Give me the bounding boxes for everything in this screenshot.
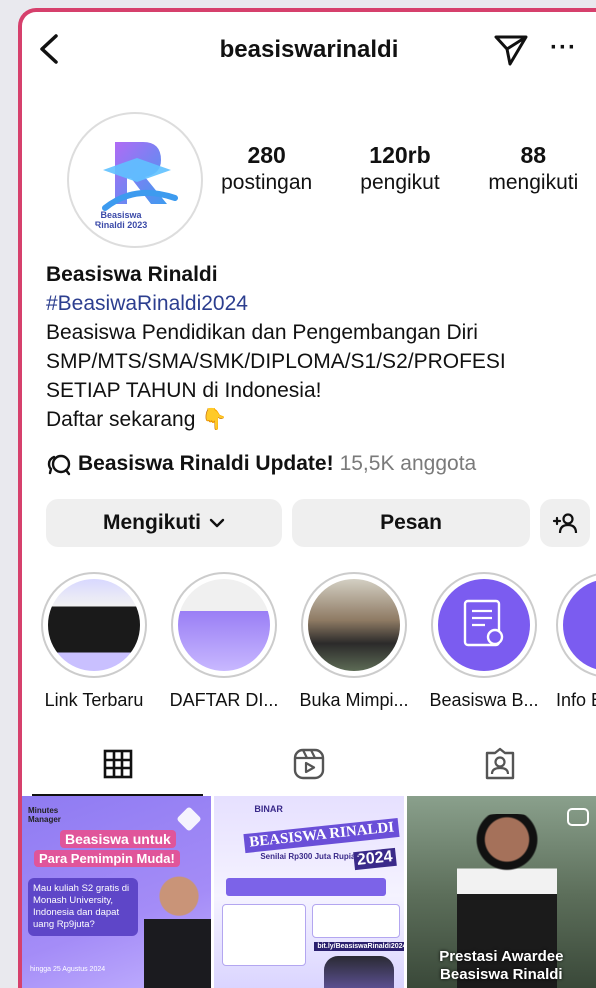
post-thumbnail[interactable]: Prestasi Awardee Beasiswa Rinaldi	[406, 796, 596, 988]
following-button-label: Mengikuti	[103, 511, 201, 534]
profile-stats: 280 postingan 120rb pengikut 88 mengikut…	[200, 142, 596, 195]
chevron-down-icon	[209, 518, 225, 528]
stat-following-value: 88	[520, 142, 547, 168]
tagged-person-icon	[486, 747, 515, 780]
highlight-ring	[431, 572, 537, 678]
top-bar: beasiswarinaldi ···	[22, 12, 596, 92]
stat-posts-label: postingan	[221, 171, 313, 194]
post-title-line2: Para Pemimpin Muda!	[34, 850, 180, 867]
stat-posts-value: 280	[247, 142, 286, 168]
community-chat-link[interactable]: Beasiswa Rinaldi Update! 15,5K anggota	[46, 452, 476, 476]
profile-hashtag-link[interactable]: #BeasiwaRinaldi2024	[46, 289, 596, 318]
post-body-text: Mau kuliah S2 gratis di Monash Universit…	[28, 878, 138, 936]
chat-bubbles-icon	[47, 454, 71, 476]
avatar-text-1: Beasiswa	[100, 210, 142, 220]
community-name: Beasiswa Rinaldi Update!	[78, 452, 334, 475]
story-highlights: Link Terbaru DAFTAR DI... Buka Mimpi...	[36, 572, 596, 711]
post-brand: BINAR	[254, 804, 283, 814]
profile-screen: beasiswarinaldi ··· Beasiswa Rinaldi 202…	[18, 8, 596, 988]
graduates-photo	[324, 956, 395, 988]
post-deadline: hingga 25 Agustus 2024	[30, 966, 106, 973]
brand-logo: Beasiswa Rinaldi 2023	[75, 120, 195, 240]
profile-bio: Beasiswa Rinaldi #BeasiwaRinaldi2024 Bea…	[46, 260, 596, 434]
highlight-label: Beasiswa B...	[429, 690, 539, 710]
suggest-people-button[interactable]	[540, 499, 590, 547]
tab-tagged[interactable]	[405, 732, 596, 796]
highlight-label: DAFTAR DI...	[169, 690, 279, 710]
stat-posts[interactable]: 280 postingan	[200, 142, 333, 195]
post-caption-line2: Beasiswa Rinaldi	[440, 966, 563, 983]
stat-followers[interactable]: 120rb pengikut	[333, 142, 466, 195]
highlight-ring	[41, 572, 147, 678]
post-caption-line1: Prestasi Awardee	[439, 948, 564, 965]
highlight-item[interactable]: Link Terbaru	[36, 572, 152, 711]
highlight-thumbnail	[178, 579, 270, 671]
info-panel-right	[312, 904, 401, 938]
message-button-label: Pesan	[380, 511, 442, 534]
stat-following-label: mengikuti	[488, 171, 579, 194]
bio-line: Beasiswa Pendidikan dan Pengembangan Dir…	[46, 321, 478, 344]
pin-icon	[176, 806, 202, 832]
add-person-icon	[552, 513, 578, 534]
steps-strip	[226, 878, 387, 896]
stat-followers-value: 120rb	[369, 142, 431, 168]
post-title-line1: Beasiswa untuk	[60, 830, 176, 848]
stat-following[interactable]: 88 mengikuti	[467, 142, 596, 195]
reels-icon	[293, 748, 325, 780]
highlight-thumbnail	[308, 579, 400, 671]
action-buttons: Mengikuti Pesan	[46, 499, 590, 547]
grid-icon	[103, 749, 132, 779]
highlight-label: Buka Mimpi...	[299, 690, 409, 710]
message-button[interactable]: Pesan	[292, 499, 530, 547]
post-thumbnail[interactable]: Minutes Manager Beasiswa untuk Para Pemi…	[22, 796, 212, 988]
highlight-thumbnail	[48, 579, 140, 671]
post-brand: Minutes Manager	[28, 806, 61, 824]
info-panel-left	[222, 904, 307, 966]
highlight-thumbnail	[438, 579, 530, 671]
avatar-text-2: Rinaldi 2023	[95, 220, 148, 230]
bio-line: Daftar sekarang 👇	[46, 408, 228, 431]
highlight-ring	[171, 572, 277, 678]
tab-reels[interactable]	[213, 732, 404, 796]
tab-posts-grid[interactable]	[22, 732, 213, 796]
post-link: bit.ly/BeasiswaRinaldi2024	[314, 942, 404, 951]
profile-display-name: Beasiswa Rinaldi	[46, 263, 218, 286]
more-options-icon[interactable]: ···	[550, 34, 577, 62]
community-count: 15,5K anggota	[339, 452, 477, 475]
profile-avatar[interactable]: Beasiswa Rinaldi 2023	[67, 112, 203, 248]
content-tabs	[22, 732, 596, 796]
person-photo	[144, 868, 212, 988]
posts-grid: Minutes Manager Beasiswa untuk Para Pemi…	[22, 796, 596, 988]
highlight-item[interactable]: Info B	[556, 572, 596, 711]
stat-followers-label: pengikut	[360, 171, 440, 194]
highlight-ring	[556, 572, 596, 678]
post-subtitle: Senilai Rp300 Juta Rupiah	[260, 852, 361, 861]
post-thumbnail[interactable]: BINAR BEASISWA RINALDI 2024 Senilai Rp30…	[214, 796, 404, 988]
highlight-item[interactable]: Buka Mimpi...	[296, 572, 412, 711]
bio-line: SMP/MTS/SMA/SMK/DIPLOMA/S1/S2/PROFESI	[46, 350, 506, 373]
reel-play-icon	[566, 808, 589, 826]
highlight-item[interactable]: DAFTAR DI...	[166, 572, 282, 711]
following-button[interactable]: Mengikuti	[46, 499, 282, 547]
send-icon[interactable]	[492, 32, 530, 68]
bio-line: SETIAP TAHUN di Indonesia!	[46, 379, 322, 402]
post-title: BEASISWA RINALDI	[243, 817, 401, 854]
highlight-item[interactable]: Beasiswa B...	[426, 572, 542, 711]
highlight-label: Link Terbaru	[44, 690, 144, 710]
highlight-label: Info B	[556, 690, 596, 710]
highlight-thumbnail	[563, 579, 596, 671]
highlight-ring	[301, 572, 407, 678]
certificate-icon	[463, 599, 504, 647]
